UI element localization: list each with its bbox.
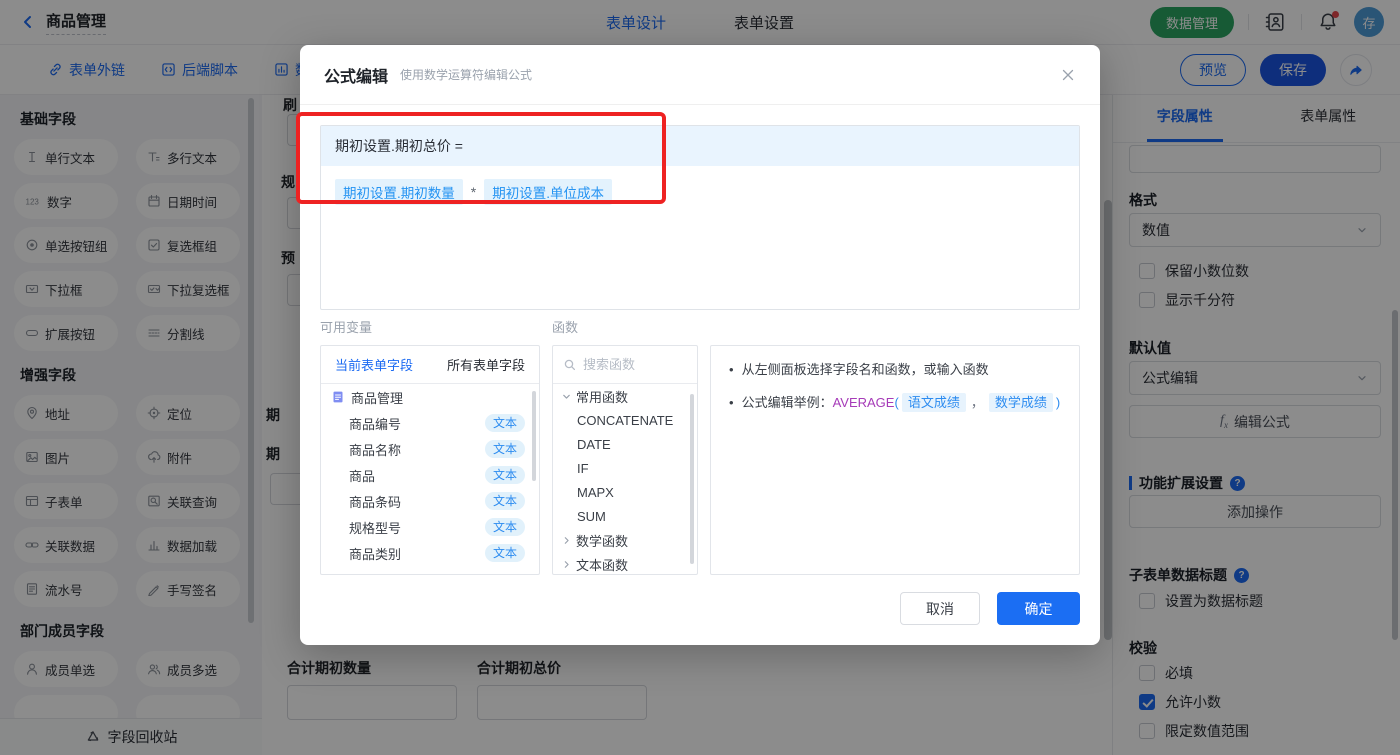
- function-item[interactable]: IF: [553, 456, 697, 480]
- tab-current-form-fields[interactable]: 当前表单字段: [335, 355, 413, 374]
- function-group[interactable]: 常用函数: [553, 384, 697, 408]
- field-type-badge: 文本: [484, 518, 525, 536]
- formula-operator: *: [470, 184, 477, 200]
- field-type-badge: 文本: [484, 466, 525, 484]
- function-group[interactable]: 数学函数: [553, 528, 697, 552]
- function-item[interactable]: MAPX: [553, 480, 697, 504]
- formula-editor[interactable]: 期初设置.期初总价 = 期初设置.期初数量 * 期初设置.单位成本: [320, 125, 1080, 310]
- chevron-down-icon: [561, 391, 572, 402]
- variable-row[interactable]: 商品编号 文本: [321, 410, 539, 436]
- variables-panel: 当前表单字段 所有表单字段 商品管理 商品编号 文本 商品名称 文本 商品 文本 商品条码文…: [320, 345, 540, 575]
- example-arg-chip: 语文成绩: [901, 393, 966, 413]
- formula-help-panel: 从左侧面板选择字段名和函数，或输入函数 公式编辑举例：AVERAGE(语文成绩，…: [710, 345, 1080, 575]
- example-function-name: AVERAGE: [832, 395, 895, 411]
- help-line-2: 公式编辑举例：AVERAGE(语文成绩，数学成绩): [729, 393, 1061, 413]
- function-search: [553, 346, 697, 384]
- close-icon: [1060, 67, 1076, 83]
- cancel-button[interactable]: 取消: [900, 592, 980, 625]
- example-arg-chip: 数学成绩: [988, 393, 1053, 413]
- variable-row[interactable]: 商品类别 文本: [321, 540, 539, 566]
- functions-label: 函数: [552, 320, 579, 335]
- function-search-input[interactable]: [583, 357, 683, 372]
- confirm-button[interactable]: 确定: [997, 592, 1080, 625]
- tab-all-form-fields[interactable]: 所有表单字段: [447, 355, 525, 374]
- functions-scrollbar[interactable]: [690, 394, 694, 564]
- chevron-right-icon: [561, 559, 572, 570]
- field-type-badge: 文本: [484, 414, 525, 432]
- variable-row[interactable]: 商品 文本: [321, 462, 539, 488]
- function-group[interactable]: 文本函数: [553, 552, 697, 574]
- search-icon: [563, 358, 577, 372]
- close-button[interactable]: [1060, 67, 1076, 83]
- chevron-right-icon: [561, 535, 572, 546]
- variables-tabs: 当前表单字段 所有表单字段: [321, 346, 539, 384]
- variable-row[interactable]: 规格型号 文本: [321, 514, 539, 540]
- modal-subtitle: 使用数学运算符编辑公式: [400, 68, 533, 82]
- function-item[interactable]: CONCATENATE: [553, 408, 697, 432]
- function-item[interactable]: SUM: [553, 504, 697, 528]
- formula-expression: 期初设置.期初数量 * 期初设置.单位成本: [321, 166, 1079, 218]
- field-type-badge: 文本: [484, 440, 525, 458]
- modal-header: 公式编辑 使用数学运算符编辑公式: [300, 45, 1100, 105]
- help-line-1: 从左侧面板选择字段名和函数，或输入函数: [729, 360, 1061, 380]
- variable-row[interactable]: 商品条码 文本: [321, 488, 539, 514]
- variable-row[interactable]: 商品名称 文本: [321, 436, 539, 462]
- field-type-badge: 文本: [484, 492, 525, 510]
- form-designer-app: 商品管理 表单设计 表单设置 数据管理 存 表单外链后端脚本数据权: [0, 0, 1400, 755]
- modal-title: 公式编辑: [324, 68, 389, 86]
- functions-panel: 常用函数CONCATENATEDATEIFMAPXSUM数学函数文本函数: [552, 345, 698, 575]
- form-doc-icon: [331, 390, 345, 404]
- field-type-badge: 文本: [484, 544, 525, 562]
- variables-label: 可用变量: [320, 320, 373, 335]
- formula-field-chip[interactable]: 期初设置.单位成本: [484, 179, 612, 205]
- formula-target: 期初设置.期初总价 =: [321, 126, 1079, 166]
- function-item[interactable]: DATE: [553, 432, 697, 456]
- formula-edit-modal: 公式编辑 使用数学运算符编辑公式 期初设置.期初总价 = 期初设置.期初数量 *…: [300, 45, 1100, 645]
- formula-field-chip[interactable]: 期初设置.期初数量: [335, 179, 463, 205]
- variable-tree-root[interactable]: 商品管理: [321, 384, 539, 410]
- variables-scrollbar[interactable]: [532, 391, 536, 481]
